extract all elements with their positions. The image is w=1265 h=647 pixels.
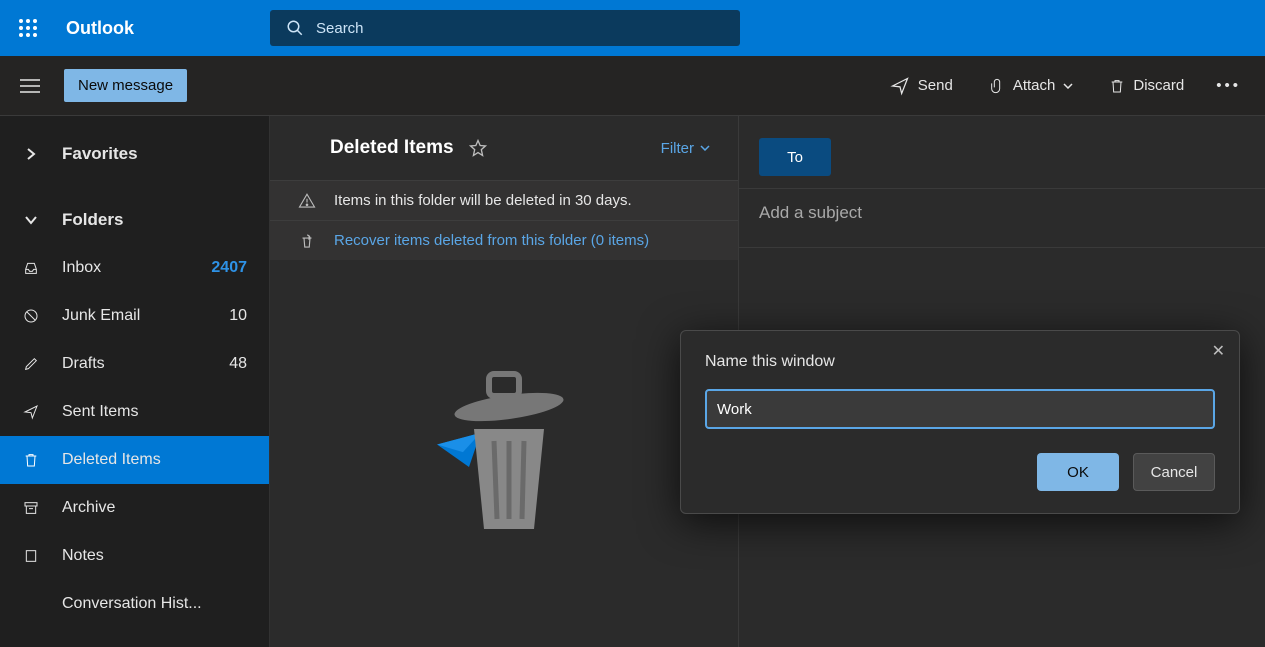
note-icon (22, 548, 40, 564)
sidebar-item-sent[interactable]: Sent Items (0, 388, 269, 436)
app-launcher-button[interactable] (0, 0, 56, 56)
send-icon (890, 76, 910, 96)
sidebar-item-notes[interactable]: Notes (0, 532, 269, 580)
send-label: Send (918, 77, 953, 94)
pencil-icon (22, 356, 40, 372)
dialog-ok-button[interactable]: OK (1037, 453, 1119, 491)
inbox-icon (22, 260, 40, 276)
search-input[interactable] (316, 20, 724, 37)
trash-icon (1109, 76, 1125, 96)
recover-items-row[interactable]: Recover items deleted from this folder (… (270, 220, 738, 260)
attach-button[interactable]: Attach (975, 70, 1088, 102)
sidebar-item-label: Archive (62, 499, 247, 517)
sidebar-item-deleted[interactable]: Deleted Items (0, 436, 269, 484)
search-box[interactable] (270, 10, 740, 46)
close-icon: ✕ (1212, 343, 1225, 360)
recover-icon (298, 232, 316, 250)
attach-label: Attach (1013, 77, 1056, 94)
search-icon (286, 19, 304, 37)
discard-label: Discard (1133, 77, 1184, 94)
folders-section[interactable]: Folders (0, 196, 269, 244)
sidebar-item-label: Conversation Hist... (62, 595, 247, 613)
waffle-icon (19, 19, 37, 37)
folders-label: Folders (62, 210, 123, 230)
send-button[interactable]: Send (876, 70, 967, 102)
new-message-button[interactable]: New message (64, 69, 187, 102)
subject-input[interactable] (759, 203, 1245, 223)
hamburger-button[interactable] (10, 79, 50, 93)
send-icon (22, 404, 40, 420)
trash-icon (22, 452, 40, 468)
star-icon[interactable] (468, 138, 488, 158)
empty-folder-illustration (270, 260, 738, 647)
folder-title: Deleted Items (330, 137, 454, 159)
dialog-title: Name this window (705, 353, 1215, 371)
folder-sidebar: Favorites Folders Inbox 2407 Junk Email … (0, 116, 270, 647)
ellipsis-icon: ••• (1216, 77, 1241, 94)
blocked-icon (22, 308, 40, 324)
paperclip-icon (989, 76, 1005, 96)
window-name-input[interactable] (705, 389, 1215, 429)
filter-button[interactable]: Filter (661, 140, 710, 157)
sidebar-item-archive[interactable]: Archive (0, 484, 269, 532)
retention-info-row: Items in this folder will be deleted in … (270, 180, 738, 220)
sidebar-item-label: Inbox (62, 259, 185, 277)
chevron-right-icon (22, 147, 40, 161)
discard-button[interactable]: Discard (1095, 70, 1198, 102)
subject-row[interactable] (739, 189, 1265, 248)
sidebar-item-conversation-history[interactable]: Conversation Hist... (0, 580, 269, 628)
list-header: Deleted Items Filter (270, 116, 738, 180)
to-field-row[interactable]: To (739, 126, 1265, 189)
sidebar-item-label: Notes (62, 547, 247, 565)
sidebar-item-inbox[interactable]: Inbox 2407 (0, 244, 269, 292)
favorites-section[interactable]: Favorites (0, 130, 269, 178)
retention-info-text: Items in this folder will be deleted in … (334, 192, 632, 209)
sidebar-item-junk[interactable]: Junk Email 10 (0, 292, 269, 340)
command-bar: New message Send Attach Discard ••• (0, 56, 1265, 116)
chevron-down-icon (700, 145, 710, 151)
sidebar-item-drafts[interactable]: Drafts 48 (0, 340, 269, 388)
app-title: Outlook (66, 18, 216, 39)
to-button[interactable]: To (759, 138, 831, 176)
sidebar-item-count: 10 (207, 307, 247, 325)
sidebar-item-count: 48 (207, 355, 247, 373)
dialog-close-button[interactable]: ✕ (1212, 341, 1225, 361)
warning-icon (298, 192, 316, 210)
archive-icon (22, 500, 40, 516)
hamburger-icon (20, 79, 40, 93)
message-list-pane: Deleted Items Filter Items in this folde… (270, 116, 739, 647)
name-window-dialog: ✕ Name this window OK Cancel (680, 330, 1240, 514)
filter-label: Filter (661, 140, 694, 157)
dialog-cancel-button[interactable]: Cancel (1133, 453, 1215, 491)
sidebar-item-label: Sent Items (62, 403, 185, 421)
title-bar: Outlook (0, 0, 1265, 56)
favorites-label: Favorites (62, 144, 138, 164)
sidebar-item-label: Deleted Items (62, 451, 185, 469)
sidebar-item-label: Drafts (62, 355, 185, 373)
chevron-down-icon (1063, 83, 1073, 89)
recover-items-text: Recover items deleted from this folder (… (334, 232, 649, 249)
more-actions-button[interactable]: ••• (1206, 71, 1251, 100)
sidebar-item-count: 2407 (207, 259, 247, 277)
chevron-down-icon (22, 215, 40, 225)
sidebar-item-label: Junk Email (62, 307, 185, 325)
